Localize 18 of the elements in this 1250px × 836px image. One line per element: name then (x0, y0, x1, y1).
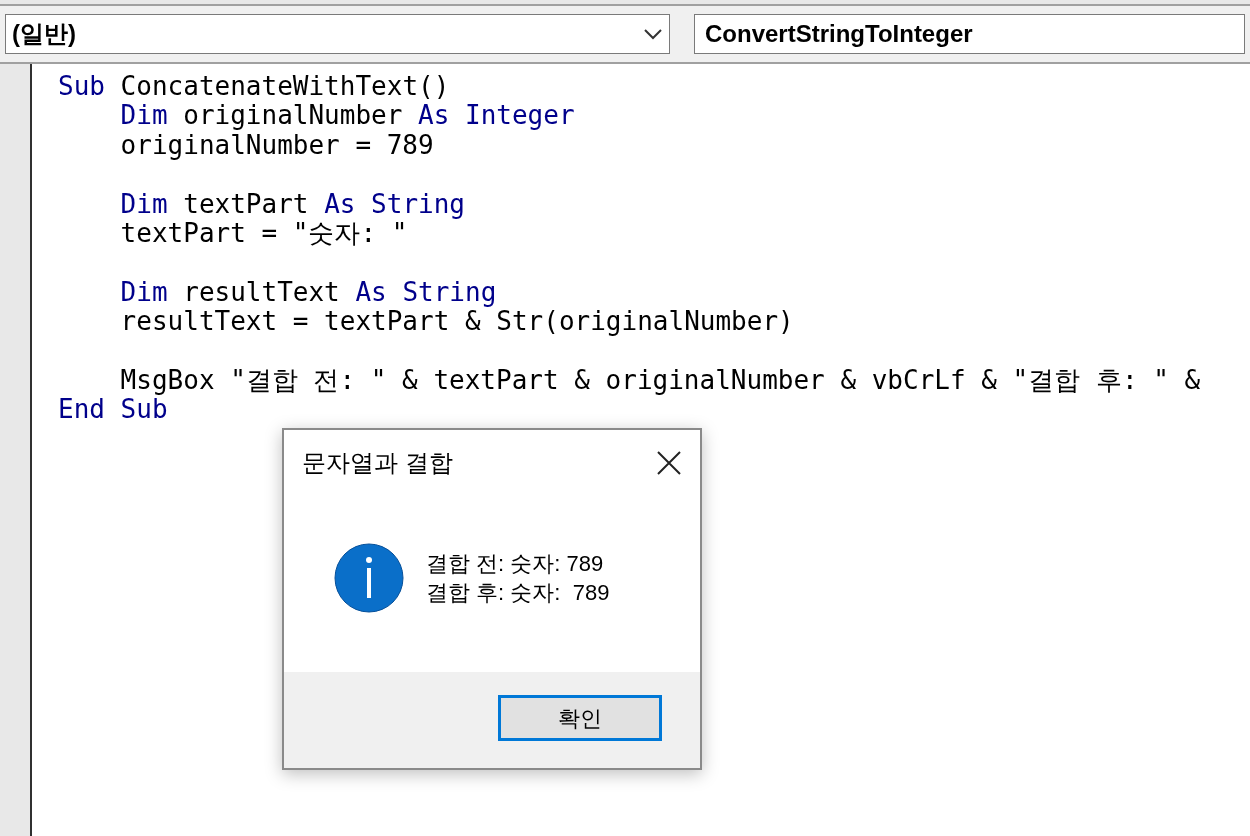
object-dropdown[interactable]: (일반) (5, 14, 670, 54)
close-icon[interactable] (656, 450, 682, 476)
message-text: 결합 후: 숫자: 789 (426, 579, 610, 607)
info-icon (334, 543, 404, 613)
code-line: Sub ConcatenateWithText() (58, 72, 450, 102)
code-line: MsgBox "결합 전: " & textPart & originalNumber & vbCrLf & "결합 후: " & (119, 365, 1201, 396)
code-line: textPart = "숫자: " (119, 218, 408, 249)
dialog-title: 문자열과 결합 (302, 448, 453, 478)
code-line: End Sub (58, 395, 168, 425)
code-line: Dim originalNumber As Integer (119, 101, 575, 131)
message-text: 결합 전: 숫자: 789 (426, 550, 605, 578)
procedure-dropdown[interactable]: ConvertStringToInteger (694, 14, 1245, 54)
code-line: resultText = textPart & Str(originalNumber) (119, 307, 794, 337)
chevron-down-icon (643, 28, 663, 40)
code-line: originalNumber = 789 (119, 130, 434, 161)
code-line: Dim resultText As String (119, 277, 497, 308)
ok-button[interactable]: 확인 (498, 695, 662, 741)
code-line: Dim textPart As String (119, 189, 465, 219)
